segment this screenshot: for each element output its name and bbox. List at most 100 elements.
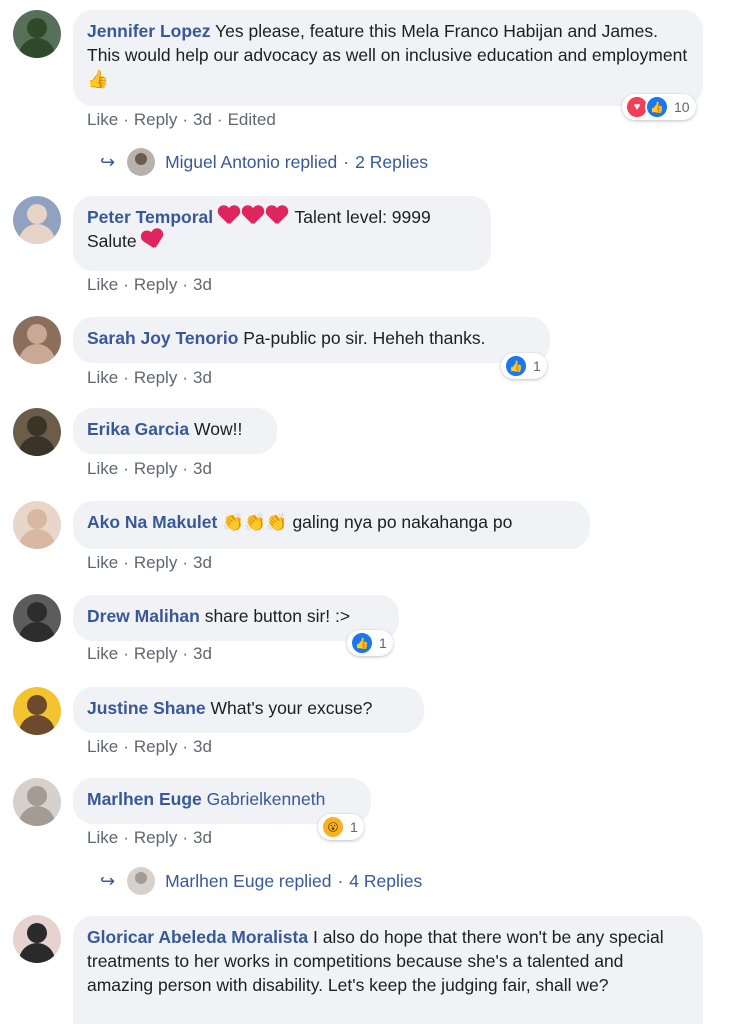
reaction-count: 10: [674, 99, 690, 115]
replier-avatar: [127, 867, 156, 895]
comment-bubble: Erika Garcia Wow!!: [73, 408, 277, 454]
timestamp[interactable]: 3d: [193, 459, 212, 478]
separator: ·: [182, 368, 188, 387]
tagged-user-link[interactable]: Gabrielkenneth: [207, 789, 326, 809]
comment-text: galing nya po nakahanga po: [292, 512, 513, 532]
separator: ·: [216, 110, 223, 129]
comment-author[interactable]: Sarah Joy Tenorio: [87, 328, 238, 348]
reaction-count: 1: [350, 819, 358, 835]
heart-emoji: [140, 228, 166, 252]
separator: ·: [337, 870, 344, 891]
separator: ·: [182, 110, 188, 129]
timestamp[interactable]: 3d: [193, 828, 212, 847]
timestamp[interactable]: 3d: [193, 368, 212, 387]
like-link[interactable]: Like: [87, 737, 118, 756]
timestamp[interactable]: 3d: [193, 737, 212, 756]
replier-avatar: [127, 148, 156, 176]
separator: ·: [182, 828, 188, 847]
comment-actions: Like · Reply · 3d: [87, 552, 212, 574]
like-link[interactable]: Like: [87, 459, 118, 478]
comment-author[interactable]: Justine Shane: [87, 698, 206, 718]
separator: ·: [123, 737, 129, 756]
wow-reaction-icon: 😮: [321, 815, 345, 839]
separator: ·: [343, 151, 350, 172]
avatar[interactable]: [13, 196, 61, 244]
separator: ·: [182, 459, 188, 478]
clapping-emoji: 👏👏👏: [222, 512, 288, 532]
comment-bubble: Peter Temporal Talent level: 9999 Salute: [73, 196, 491, 271]
comment-text: share button sir! :>: [204, 606, 351, 626]
avatar[interactable]: [13, 778, 61, 826]
separator: ·: [182, 644, 188, 663]
separator: ·: [123, 644, 129, 663]
timestamp[interactable]: 3d: [193, 644, 212, 663]
avatar[interactable]: [13, 316, 61, 364]
reply-link[interactable]: Reply: [134, 828, 177, 847]
comment-text: Salute: [87, 231, 137, 251]
avatar[interactable]: [13, 594, 61, 642]
timestamp[interactable]: 3d: [193, 275, 212, 294]
reaction-summary[interactable]: ♥ 👍 10: [622, 94, 696, 120]
reply-link[interactable]: Reply: [134, 275, 177, 294]
comment-author[interactable]: Jennifer Lopez: [87, 21, 211, 41]
view-replies[interactable]: ↪ Marlhen Euge replied · 4 Replies: [100, 867, 422, 895]
replier-name: Miguel Antonio replied: [165, 151, 338, 172]
comment-text: Pa-public po sir. Heheh thanks.: [243, 328, 486, 348]
comment-author[interactable]: Ako Na Makulet: [87, 512, 217, 532]
reply-arrow-icon: ↪: [100, 151, 116, 172]
separator: ·: [123, 459, 129, 478]
heart-emoji: [218, 207, 290, 227]
reply-link[interactable]: Reply: [134, 368, 177, 387]
comment-bubble: Justine Shane What's your excuse?: [73, 687, 424, 733]
comment-text: Wow!!: [194, 419, 243, 439]
comment-bubble: Ako Na Makulet 👏👏👏 galing nya po nakahan…: [73, 501, 590, 549]
avatar[interactable]: [13, 915, 61, 963]
comment-actions: Like · Reply · 3d: [87, 736, 212, 758]
comment-actions: Like · Reply · 3d: [87, 367, 212, 389]
avatar[interactable]: [13, 501, 61, 549]
reply-link[interactable]: Reply: [134, 459, 177, 478]
comment-text: Talent level: 9999: [294, 207, 431, 227]
replier-name: Marlhen Euge replied: [165, 870, 332, 891]
like-link[interactable]: Like: [87, 553, 118, 572]
reply-link[interactable]: Reply: [134, 644, 177, 663]
comment-bubble: Gloricar Abeleda Moralista I also do hop…: [73, 916, 703, 1024]
reply-link[interactable]: Reply: [134, 110, 177, 129]
separator: ·: [123, 110, 129, 129]
separator: ·: [123, 828, 129, 847]
separator: ·: [123, 553, 129, 572]
like-link[interactable]: Like: [87, 644, 118, 663]
reaction-summary[interactable]: 👍 1: [347, 630, 393, 656]
like-link[interactable]: Like: [87, 828, 118, 847]
reaction-summary[interactable]: 😮 1: [318, 814, 364, 840]
like-link[interactable]: Like: [87, 368, 118, 387]
reaction-count: 1: [533, 358, 541, 374]
comment-author[interactable]: Drew Malihan: [87, 606, 200, 626]
thumbs-up-emoji: 👍: [87, 69, 109, 89]
comment-author[interactable]: Erika Garcia: [87, 419, 189, 439]
comment-actions: Like · Reply · 3d: [87, 274, 212, 296]
timestamp[interactable]: 3d: [193, 553, 212, 572]
view-replies[interactable]: ↪ Miguel Antonio replied · 2 Replies: [100, 148, 428, 176]
separator: ·: [182, 275, 188, 294]
comment-author[interactable]: Marlhen Euge: [87, 789, 202, 809]
comment-bubble: Jennifer Lopez Yes please, feature this …: [73, 10, 703, 106]
comment-actions: Like · Reply · 3d: [87, 643, 212, 665]
separator: ·: [182, 553, 188, 572]
reaction-summary[interactable]: 👍 1: [501, 353, 547, 379]
avatar[interactable]: [13, 408, 61, 456]
comment-actions: Like · Reply · 3d: [87, 827, 212, 849]
timestamp[interactable]: 3d: [193, 110, 212, 129]
reaction-count: 1: [379, 635, 387, 651]
like-link[interactable]: Like: [87, 110, 118, 129]
avatar[interactable]: [13, 10, 61, 58]
like-reaction-icon: 👍: [645, 95, 669, 119]
edited-label[interactable]: Edited: [228, 110, 276, 129]
like-link[interactable]: Like: [87, 275, 118, 294]
reply-count: 2 Replies: [355, 151, 429, 172]
avatar[interactable]: [13, 687, 61, 735]
comment-author[interactable]: Peter Temporal: [87, 207, 213, 227]
reply-link[interactable]: Reply: [134, 553, 177, 572]
comment-author[interactable]: Gloricar Abeleda Moralista: [87, 927, 308, 947]
reply-link[interactable]: Reply: [134, 737, 177, 756]
